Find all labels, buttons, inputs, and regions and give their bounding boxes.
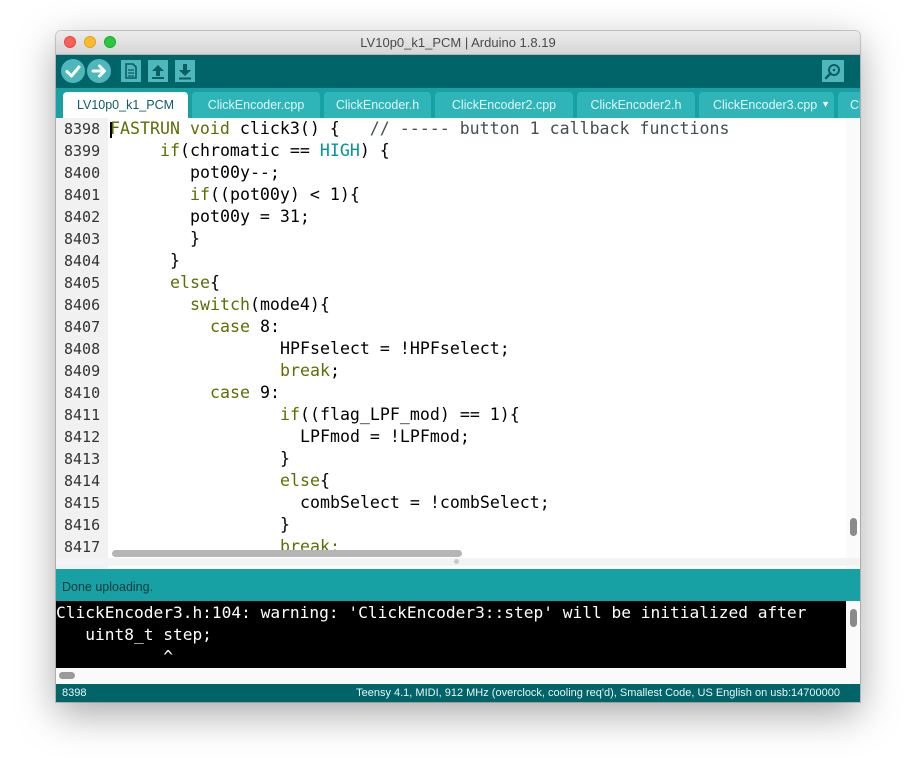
editor-horizontal-scroll-thumb[interactable] <box>112 550 462 557</box>
console-line: ^ <box>56 647 173 666</box>
current-line-number: 8398 <box>62 687 87 699</box>
magnifier-icon <box>824 64 840 80</box>
footer-bar: 8398 Teensy 4.1, MIDI, 912 MHz (overcloc… <box>56 684 860 702</box>
upload-button[interactable] <box>87 59 111 83</box>
line-number: 8401 <box>64 186 101 204</box>
new-sketch-button[interactable] <box>121 60 141 82</box>
line-number: 8413 <box>64 450 101 468</box>
code-line: pot00y = 31; <box>190 207 310 226</box>
code-line: } <box>190 229 200 248</box>
line-number: 8414 <box>64 472 101 490</box>
console-horizontal-scrollbar[interactable] <box>56 668 860 684</box>
line-number: 8406 <box>64 296 101 314</box>
code-line: switch(mode4){ <box>190 295 330 314</box>
code-line: if((flag_LPF_mod) == 1){ <box>280 405 520 424</box>
arrow-up-icon <box>152 65 164 79</box>
code-line: } <box>280 515 290 534</box>
panel-splitter[interactable] <box>56 558 860 566</box>
open-sketch-button[interactable] <box>148 60 168 82</box>
code-line: pot00y--; <box>190 163 280 182</box>
status-bar: Done uploading. <box>56 569 860 601</box>
window-title: LV10p0_k1_PCM | Arduino 1.8.19 <box>360 35 556 50</box>
tab-clickencoder2-h[interactable]: ClickEncoder2.h <box>577 92 695 118</box>
editor-vertical-scrollbar[interactable] <box>846 118 860 573</box>
line-number: 8417 <box>64 538 101 556</box>
line-number: 8412 <box>64 428 101 446</box>
toolbar <box>56 55 860 88</box>
code-line: case 9: <box>210 383 280 402</box>
console-line: ClickEncoder3.h:104: warning: 'ClickEnco… <box>56 603 807 622</box>
line-number: 8404 <box>64 252 101 270</box>
line-number: 8403 <box>64 230 101 248</box>
code-line: else{ <box>280 471 330 490</box>
code-line: if((pot00y) < 1){ <box>190 185 360 204</box>
tab-clickencoder-cpp[interactable]: ClickEncoder.cpp <box>192 92 320 118</box>
console-line: uint8_t step; <box>56 625 212 644</box>
new-file-icon <box>125 63 137 79</box>
arrow-right-icon <box>91 64 106 78</box>
splitter-handle[interactable] <box>454 559 459 564</box>
line-number: 8402 <box>64 208 101 226</box>
verify-button[interactable] <box>61 59 85 83</box>
console-output[interactable]: ClickEncoder3.h:104: warning: 'ClickEnco… <box>56 601 860 684</box>
tab-clickencoder-h[interactable]: ClickEncoder.h <box>324 92 431 118</box>
arduino-window: LV10p0_k1_PCM | Arduino 1.8.19 LV10p0_k1… <box>56 31 860 702</box>
line-number: 8405 <box>64 274 101 292</box>
code-editor[interactable]: 8398 8399 8400 8401 8402 8403 8404 8405 … <box>56 118 860 573</box>
code-line: HPFselect = !HPFselect; <box>280 339 510 358</box>
tab-lv10p0-k1-pcm[interactable]: LV10p0_k1_PCM <box>63 92 188 118</box>
line-number-gutter: 8398 8399 8400 8401 8402 8403 8404 8405 … <box>56 118 108 573</box>
save-sketch-button[interactable] <box>175 60 195 82</box>
code-line: } <box>170 251 180 270</box>
tab-clickencoder3-cpp[interactable]: ClickEncoder3.cpp <box>699 92 834 118</box>
code-line: combSelect = !combSelect; <box>300 493 550 512</box>
code-line: if(chromatic == HIGH) { <box>160 141 390 160</box>
status-message: Done uploading. <box>62 580 154 594</box>
line-number: 8399 <box>64 142 101 160</box>
checkmark-icon <box>65 65 81 78</box>
tab-clickencoder2-cpp[interactable]: ClickEncoder2.cpp <box>435 92 573 118</box>
code-line: else{ <box>170 273 220 292</box>
tab-bar: LV10p0_k1_PCM ClickEncoder.cpp ClickEnco… <box>56 88 860 118</box>
tab-menu-dropdown-icon[interactable]: ▼ <box>821 99 830 109</box>
title-bar: LV10p0_k1_PCM | Arduino 1.8.19 <box>56 31 860 55</box>
serial-monitor-button[interactable] <box>822 60 844 82</box>
line-number: 8408 <box>64 340 101 358</box>
arrow-down-icon <box>179 64 191 80</box>
board-info: Teensy 4.1, MIDI, 912 MHz (overclock, co… <box>356 687 840 699</box>
line-number: 8407 <box>64 318 101 336</box>
editor-vertical-scroll-thumb[interactable] <box>850 518 857 536</box>
console-horizontal-scroll-thumb[interactable] <box>59 672 75 679</box>
code-line: LPFmod = !LPFmod; <box>300 427 470 446</box>
line-number: 8409 <box>64 362 101 380</box>
code-line: break; <box>280 361 340 380</box>
line-number: 8411 <box>64 406 101 424</box>
code-line: FASTRUN void click3() { // ----- button … <box>110 119 730 138</box>
console-vertical-scroll-thumb[interactable] <box>850 609 857 627</box>
line-number: 8410 <box>64 384 101 402</box>
code-line: case 8: <box>210 317 280 336</box>
line-number: 8415 <box>64 494 101 512</box>
line-number: 8398 <box>64 120 101 138</box>
line-number: 8400 <box>64 164 101 182</box>
console-vertical-scrollbar[interactable] <box>846 601 860 670</box>
line-number: 8416 <box>64 516 101 534</box>
tab-overflow[interactable]: Cl <box>838 92 860 118</box>
code-line: } <box>280 449 290 468</box>
